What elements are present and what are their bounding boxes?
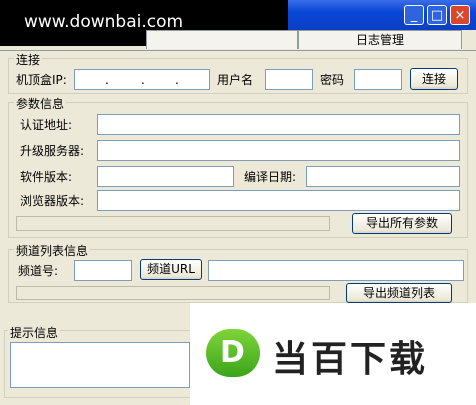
channel-url-button[interactable]: 频道URL: [140, 259, 202, 280]
connect-group-label: 连接: [14, 51, 43, 68]
connect-button[interactable]: 连接: [410, 68, 458, 90]
close-button[interactable]: ×: [450, 5, 470, 25]
compile-input[interactable]: [306, 166, 460, 187]
channel-progress-bar: [16, 286, 330, 300]
minimize-button[interactable]: _: [404, 5, 424, 25]
export-channels-button[interactable]: 导出频道列表: [346, 283, 452, 303]
ip-input[interactable]: . . .: [74, 69, 210, 90]
export-params-button[interactable]: 导出所有参数: [352, 213, 452, 234]
tab-log-management[interactable]: 日志管理: [298, 30, 462, 49]
ip-dot: .: [175, 73, 179, 87]
browser-label: 浏览器版本:: [20, 194, 85, 208]
channel-label: 频道号:: [18, 264, 59, 278]
ip-dot: .: [141, 73, 145, 87]
channel-input[interactable]: [74, 260, 132, 281]
channel-group-label: 频道列表信息: [14, 242, 91, 259]
ip-dot: .: [105, 73, 109, 87]
software-input[interactable]: [97, 166, 234, 187]
auth-input[interactable]: [97, 114, 460, 135]
params-progress-bar: [16, 216, 330, 231]
ip-label: 机顶盒IP:: [16, 73, 67, 87]
maximize-button[interactable]: □: [427, 5, 447, 25]
params-group-label: 参数信息: [14, 95, 67, 112]
user-label: 用户名: [217, 73, 254, 87]
tab-first[interactable]: [146, 30, 298, 49]
upgrade-label: 升级服务器:: [20, 144, 85, 158]
password-label: 密码: [320, 73, 345, 87]
watermark-text: www.downbai.com: [24, 12, 184, 32]
channel-url-input[interactable]: [208, 260, 464, 281]
upgrade-input[interactable]: [97, 140, 460, 161]
password-input[interactable]: [354, 69, 402, 90]
auth-label: 认证地址:: [20, 118, 73, 132]
ad-logo-letter: D: [220, 335, 245, 370]
compile-label: 编译日期:: [244, 170, 297, 184]
user-input[interactable]: [265, 69, 313, 90]
ad-logo-icon: D: [206, 329, 260, 377]
ad-text: 当百下载: [272, 339, 429, 380]
browser-input[interactable]: [97, 190, 460, 211]
software-label: 软件版本:: [20, 170, 73, 184]
tips-group-label: 提示信息: [8, 324, 61, 341]
tips-textarea[interactable]: [10, 342, 190, 388]
